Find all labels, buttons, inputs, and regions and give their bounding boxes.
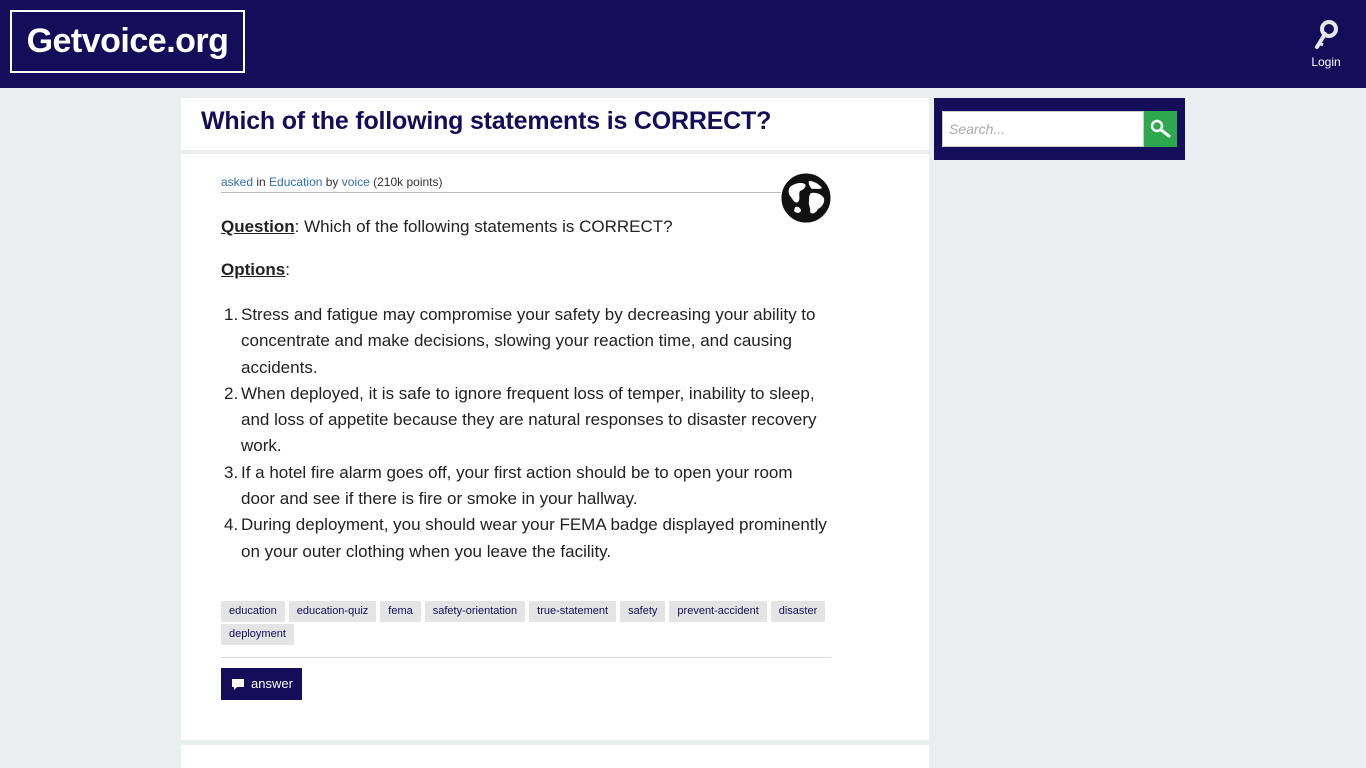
tag-disaster[interactable]: disaster bbox=[770, 601, 826, 622]
divider bbox=[221, 657, 831, 658]
search-button[interactable] bbox=[1144, 111, 1177, 147]
user-link[interactable]: voice bbox=[342, 175, 370, 189]
top-bar: Getvoice.org Login bbox=[0, 0, 1366, 88]
tag-education-quiz[interactable]: education-quiz bbox=[288, 601, 377, 622]
key-icon bbox=[1315, 20, 1338, 49]
tag-safety[interactable]: safety bbox=[620, 601, 666, 622]
question-text: : Which of the following statements is C… bbox=[294, 217, 673, 236]
search-icon bbox=[1150, 119, 1171, 138]
user-points: (210k points) bbox=[369, 175, 443, 189]
option-text: During deployment, you should wear your … bbox=[241, 515, 827, 561]
option-item: 3. If a hotel fire alarm goes off, your f… bbox=[221, 460, 831, 513]
meta-by-text: by bbox=[322, 175, 342, 189]
comment-icon bbox=[232, 679, 244, 690]
user-avatar[interactable] bbox=[781, 173, 831, 223]
options-label: Options bbox=[221, 260, 286, 279]
search-box bbox=[934, 98, 1185, 160]
options-colon: : bbox=[285, 260, 290, 279]
options-label-line: Options: bbox=[221, 260, 290, 280]
tag-prevent-accident[interactable]: prevent-accident bbox=[669, 601, 767, 622]
meta-in-text: in bbox=[253, 175, 270, 189]
question-label: Question bbox=[221, 217, 295, 236]
answer-button[interactable]: answer bbox=[221, 668, 302, 700]
page-title: Which of the following statements is COR… bbox=[201, 107, 772, 135]
question-text-line: Question: Which of the following stateme… bbox=[221, 217, 673, 237]
login-label: Login bbox=[1311, 55, 1341, 69]
answers-section bbox=[181, 745, 929, 768]
option-text: Stress and fatigue may compromise your s… bbox=[241, 305, 816, 377]
tag-education[interactable]: education bbox=[221, 601, 285, 622]
login-link[interactable]: Login bbox=[1296, 16, 1356, 76]
tag-list: education education-quiz fema safety-orient… bbox=[221, 601, 833, 647]
category-link[interactable]: Education bbox=[269, 175, 322, 189]
option-number: 1. bbox=[224, 305, 239, 324]
site-logo[interactable]: Getvoice.org bbox=[10, 10, 245, 73]
option-item: 2. When deployed, it is safe to ignore fr… bbox=[221, 381, 831, 460]
question-content: asked in Education by voice (210k points… bbox=[181, 154, 929, 740]
tag-fema[interactable]: fema bbox=[380, 601, 421, 622]
option-number: 4. bbox=[224, 515, 239, 535]
option-number: 3. bbox=[224, 462, 239, 482]
tag-true-statement[interactable]: true-statement bbox=[529, 601, 617, 622]
tag-safety-orientation[interactable]: safety-orientation bbox=[424, 601, 526, 622]
tag-deployment[interactable]: deployment bbox=[221, 624, 294, 645]
option-item: 4. During deployment, you should wear you… bbox=[221, 512, 831, 565]
option-text: If a hotel fire alarm goes off, your fir… bbox=[241, 462, 793, 509]
options-list: 1. Stress and fatigue may compromise your… bbox=[221, 302, 831, 565]
globe-icon bbox=[781, 173, 831, 223]
asked-link[interactable]: asked bbox=[221, 175, 253, 189]
option-text: When deployed, it is safe to ignore freq… bbox=[241, 383, 817, 456]
option-number: 2. bbox=[224, 383, 239, 403]
answer-label: answer bbox=[251, 676, 293, 691]
option-item: 1. Stress and fatigue may compromise your… bbox=[221, 302, 831, 381]
question-meta: asked in Education by voice (210k points… bbox=[221, 175, 781, 193]
question-title-box: Which of the following statements is COR… bbox=[181, 98, 929, 150]
search-input[interactable] bbox=[942, 111, 1144, 147]
